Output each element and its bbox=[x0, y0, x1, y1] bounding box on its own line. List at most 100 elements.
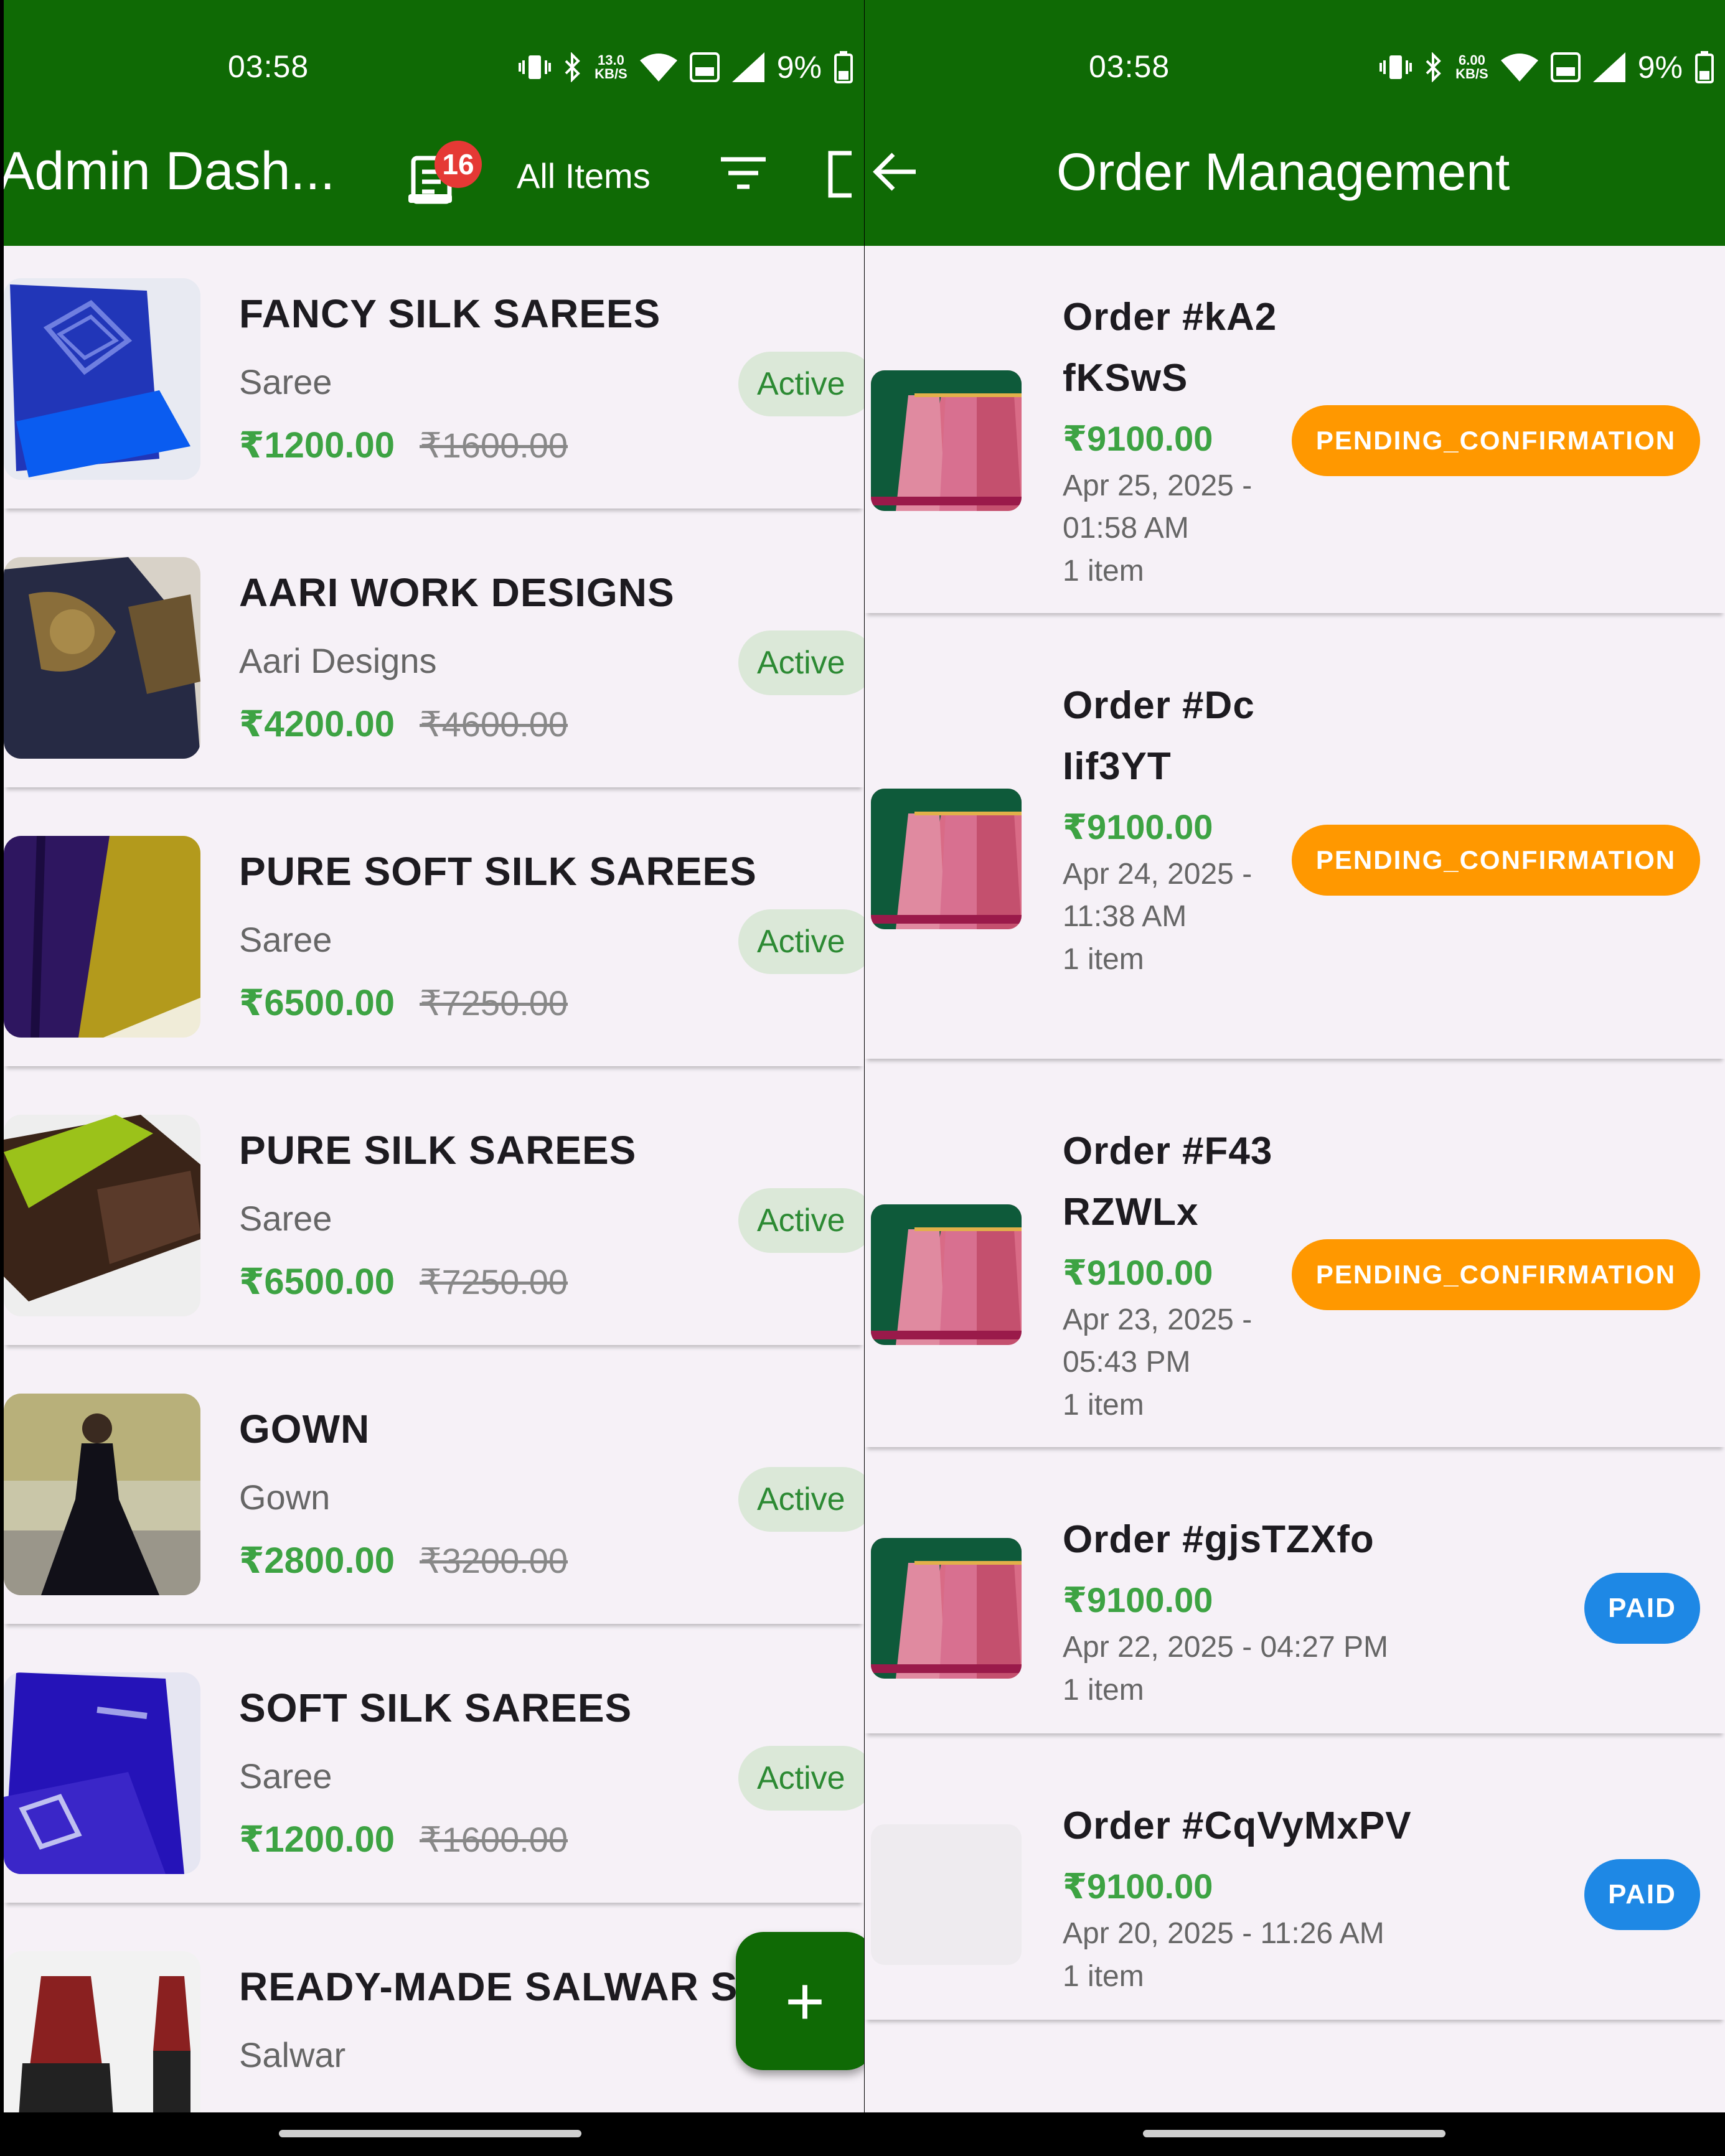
order-image bbox=[871, 789, 1022, 929]
signal-icon bbox=[731, 52, 764, 82]
product-list: FANCY SILK SAREES Saree ₹1200.00 ₹1600.0… bbox=[4, 246, 864, 2112]
status-icons: 6.00 KB/S 9% bbox=[1380, 49, 1714, 86]
filter-icon[interactable] bbox=[720, 156, 767, 194]
order-info: Order #DcIif3YT ₹9100.00 Apr 24, 2025 - … bbox=[1063, 675, 1262, 982]
order-price: ₹9100.00 bbox=[1063, 1580, 1213, 1619]
product-image bbox=[4, 836, 200, 1038]
order-id: Order #gjsTZXfo bbox=[1063, 1518, 1375, 1561]
product-category: Aari Designs bbox=[239, 641, 437, 680]
back-arrow-icon[interactable] bbox=[871, 148, 918, 199]
product-card[interactable]: PURE SOFT SILK SAREES Saree ₹6500.00 ₹72… bbox=[4, 817, 864, 1066]
cart-count-badge: 16 bbox=[435, 141, 482, 188]
order-date: Apr 22, 2025 - 04:27 PM bbox=[1063, 1631, 1388, 1664]
order-card[interactable]: Order #gjsTZXfo ₹9100.00 Apr 22, 2025 - … bbox=[865, 1482, 1725, 1733]
page-title: Order Management bbox=[1056, 143, 1510, 201]
battery-percent: 9% bbox=[776, 50, 822, 85]
order-date: Apr 23, 2025 - 05:43 PM bbox=[1063, 1303, 1253, 1379]
volte-icon bbox=[689, 52, 720, 82]
order-management-screen: 03:58 6.00 KB/S 9% Order Management Orde… bbox=[865, 0, 1725, 2112]
order-card[interactable]: Order #DcIif3YT ₹9100.00 Apr 24, 2025 - … bbox=[865, 648, 1725, 1059]
order-info: Order #gjsTZXfo ₹9100.00 Apr 22, 2025 - … bbox=[1063, 1509, 1461, 1712]
product-name: GOWN bbox=[239, 1407, 370, 1451]
status-badge: PENDING_CONFIRMATION bbox=[1292, 405, 1700, 476]
order-info: Order #F43RZWLx ₹9100.00 Apr 23, 2025 - … bbox=[1063, 1121, 1287, 1427]
order-price: ₹9100.00 bbox=[1063, 1867, 1213, 1906]
order-info: Order #kA2fKSwS ₹9100.00 Apr 25, 2025 - … bbox=[1063, 287, 1287, 593]
admin-dashboard-screen: 03:58 13.0 KB/S 9% Admin Dash... 16 All … bbox=[4, 0, 864, 2112]
order-card[interactable]: Order #F43RZWLx ₹9100.00 Apr 23, 2025 - … bbox=[865, 1094, 1725, 1447]
product-original-price: ₹1600.00 bbox=[420, 1820, 568, 1859]
orders-cart-button[interactable]: 16 bbox=[408, 141, 482, 213]
add-product-button[interactable]: + bbox=[736, 1932, 864, 2070]
product-price: ₹4200.00 bbox=[239, 704, 395, 744]
home-indicator[interactable] bbox=[279, 2130, 581, 2137]
battery-icon bbox=[1695, 51, 1714, 83]
product-price: ₹1200.00 bbox=[239, 425, 395, 466]
volte-icon bbox=[1550, 52, 1581, 82]
home-indicator[interactable] bbox=[1143, 2130, 1445, 2137]
status-badge: Active bbox=[738, 1746, 864, 1811]
status-badge: PAID bbox=[1584, 1573, 1700, 1644]
status-badge: PAID bbox=[1584, 1859, 1700, 1930]
product-original-price: ₹1600.00 bbox=[420, 426, 568, 465]
wifi-icon bbox=[639, 53, 677, 82]
order-card[interactable]: Order #kA2fKSwS ₹9100.00 Apr 25, 2025 - … bbox=[865, 260, 1725, 613]
app-header: 03:58 13.0 KB/S 9% Admin Dash... 16 All … bbox=[4, 0, 864, 246]
order-item-count: 1 item bbox=[1063, 943, 1144, 976]
order-price: ₹9100.00 bbox=[1063, 1253, 1213, 1292]
status-icons: 13.0 KB/S 9% bbox=[519, 49, 853, 86]
battery-percent: 9% bbox=[1637, 50, 1683, 85]
toolbar: Order Management bbox=[865, 124, 1725, 224]
battery-icon bbox=[834, 51, 853, 83]
product-original-price: ₹4600.00 bbox=[420, 705, 568, 744]
order-card-partial[interactable] bbox=[865, 2055, 1725, 2112]
status-time: 03:58 bbox=[1089, 49, 1170, 84]
order-id: Order #F43RZWLx bbox=[1063, 1130, 1273, 1234]
product-category: Saree bbox=[239, 920, 332, 959]
network-speed: 13.0 KB/S bbox=[595, 52, 627, 82]
order-date: Apr 24, 2025 - 11:38 AM bbox=[1063, 858, 1253, 933]
product-image bbox=[4, 278, 200, 480]
product-card[interactable]: READY-MADE SALWAR S... Salwar bbox=[4, 1933, 864, 2112]
product-name: AARI WORK DESIGNS bbox=[239, 570, 675, 615]
toolbar: Admin Dash... 16 All Items bbox=[4, 124, 864, 224]
status-badge: Active bbox=[738, 630, 864, 695]
order-item-count: 1 item bbox=[1063, 1389, 1144, 1422]
order-card[interactable]: Order #CqVyMxPV ₹9100.00 Apr 20, 2025 - … bbox=[865, 1768, 1725, 2020]
product-card[interactable]: SOFT SILK SAREES Saree ₹1200.00 ₹1600.00… bbox=[4, 1654, 864, 1903]
order-item-count: 1 item bbox=[1063, 1674, 1144, 1707]
order-image bbox=[871, 1538, 1022, 1679]
order-info: Order #CqVyMxPV ₹9100.00 Apr 20, 2025 - … bbox=[1063, 1796, 1461, 1999]
app-header: 03:58 6.00 KB/S 9% Order Management bbox=[865, 0, 1725, 246]
product-card[interactable]: AARI WORK DESIGNS Aari Designs ₹4200.00 … bbox=[4, 538, 864, 787]
product-card[interactable]: GOWN Gown ₹2800.00 ₹3200.00 Active bbox=[4, 1375, 864, 1624]
logout-icon[interactable] bbox=[827, 151, 864, 201]
product-price: ₹6500.00 bbox=[239, 983, 395, 1023]
order-list: Order #kA2fKSwS ₹9100.00 Apr 25, 2025 - … bbox=[865, 246, 1725, 2112]
product-original-price: ₹3200.00 bbox=[420, 1541, 568, 1580]
page-title: Admin Dash... bbox=[4, 141, 336, 201]
product-price: ₹2800.00 bbox=[239, 1540, 395, 1581]
product-original-price: ₹7250.00 bbox=[420, 983, 568, 1023]
vibrate-icon bbox=[1380, 53, 1412, 82]
product-category: Salwar bbox=[239, 2035, 346, 2074]
status-bar: 03:58 6.00 KB/S 9% bbox=[865, 36, 1725, 105]
product-name: FANCY SILK SAREES bbox=[239, 291, 661, 336]
product-name: PURE SILK SAREES bbox=[239, 1128, 637, 1173]
product-card[interactable]: PURE SILK SAREES Saree ₹6500.00 ₹7250.00… bbox=[4, 1096, 864, 1345]
signal-icon bbox=[1592, 52, 1625, 82]
status-badge: PENDING_CONFIRMATION bbox=[1292, 825, 1700, 896]
network-speed: 6.00 KB/S bbox=[1455, 52, 1488, 82]
order-image-placeholder bbox=[871, 1824, 1022, 1965]
product-card[interactable]: FANCY SILK SAREES Saree ₹1200.00 ₹1600.0… bbox=[4, 260, 864, 509]
status-badge: Active bbox=[738, 909, 864, 974]
product-image bbox=[4, 1115, 200, 1316]
status-badge: PENDING_CONFIRMATION bbox=[1292, 1239, 1700, 1310]
order-item-count: 1 item bbox=[1063, 1960, 1144, 1993]
product-name: SOFT SILK SAREES bbox=[239, 1685, 632, 1730]
bluetooth-icon bbox=[563, 52, 582, 82]
product-image bbox=[4, 1394, 200, 1595]
filter-label[interactable]: All Items bbox=[517, 156, 651, 196]
product-name: PURE SOFT SILK SAREES bbox=[239, 849, 757, 894]
status-badge: Active bbox=[738, 352, 864, 416]
